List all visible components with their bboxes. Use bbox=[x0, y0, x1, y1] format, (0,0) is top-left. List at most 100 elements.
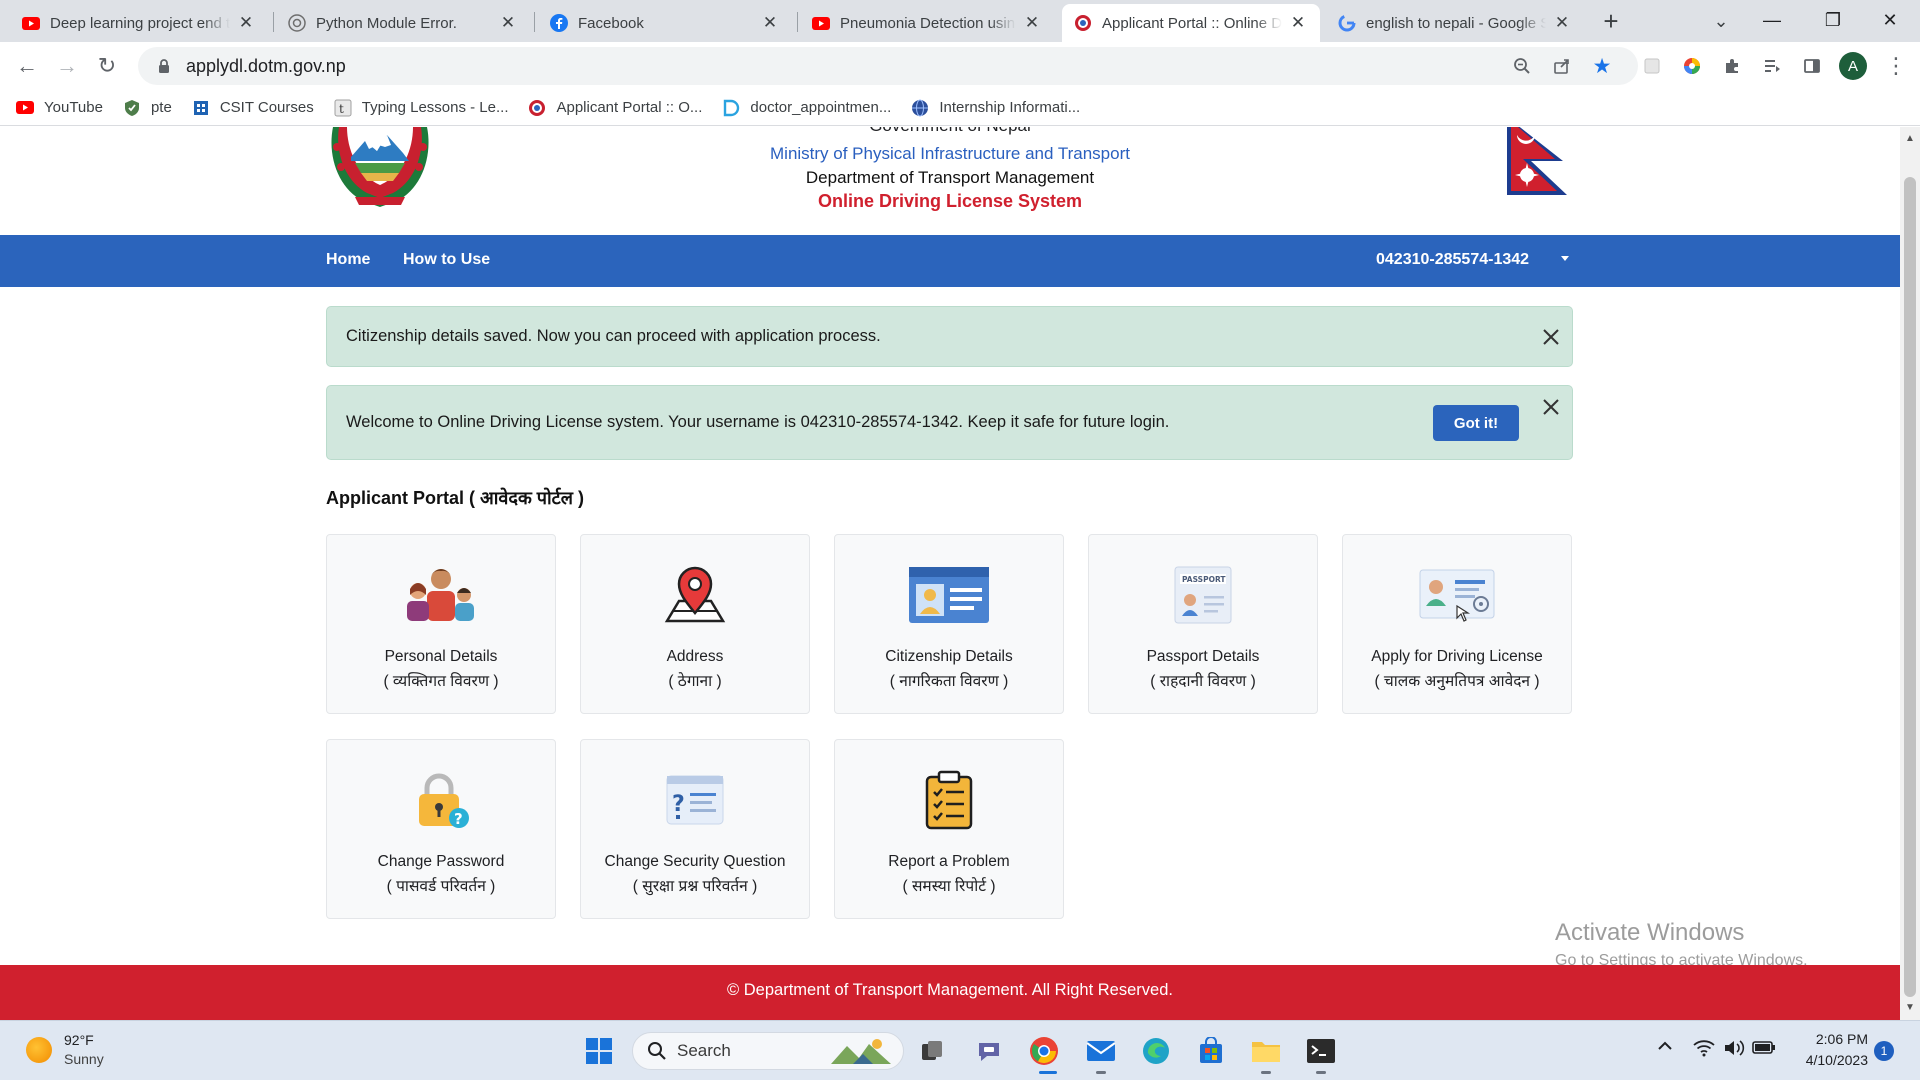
scroll-down-arrow-icon[interactable]: ▼ bbox=[1900, 1002, 1920, 1016]
chrome-taskbar-icon[interactable] bbox=[1026, 1033, 1062, 1069]
volume-icon[interactable] bbox=[1723, 1039, 1745, 1062]
close-icon[interactable] bbox=[1540, 326, 1562, 348]
card-change-security-question[interactable]: ? Change Security Question ( सुरक्षा प्र… bbox=[580, 739, 810, 919]
profile-avatar[interactable]: A bbox=[1839, 52, 1867, 80]
card-label: Report a Problem bbox=[888, 853, 1010, 870]
media-queue-icon[interactable] bbox=[1757, 51, 1787, 81]
close-tab-icon[interactable]: ✕ bbox=[1288, 13, 1308, 33]
tab-title: Python Module Error. bbox=[316, 14, 457, 32]
mail-icon[interactable] bbox=[1083, 1033, 1119, 1069]
card-personal-details[interactable]: Personal Details ( व्यक्तिगत विवरण ) bbox=[326, 534, 556, 714]
card-passport-details[interactable]: PASSPORT Passport Details ( राहदानी विवर… bbox=[1088, 534, 1318, 714]
clock-time[interactable]: 2:06 PM bbox=[1790, 1031, 1868, 1047]
lock-icon[interactable] bbox=[154, 56, 174, 76]
bookmark-typing-lessons[interactable]: t Typing Lessons - Le... bbox=[334, 99, 509, 117]
close-tab-icon[interactable]: ✕ bbox=[498, 13, 518, 33]
card-label: Address bbox=[666, 648, 724, 665]
globe-icon bbox=[911, 99, 929, 117]
task-view-icon[interactable] bbox=[914, 1033, 950, 1069]
browser-tab[interactable]: Facebook ✕ bbox=[538, 4, 792, 42]
browser-tab[interactable]: english to nepali - Google Search ✕ bbox=[1326, 4, 1584, 42]
windows-start-icon[interactable] bbox=[581, 1033, 617, 1069]
bookmark-doctor-appointment[interactable]: doctor_appointmen... bbox=[722, 99, 891, 117]
card-change-password[interactable]: ? Change Password ( पासवर्ड परिवर्तन ) bbox=[326, 739, 556, 919]
taskbar-search-box[interactable]: Search bbox=[632, 1032, 904, 1070]
browser-tab-active[interactable]: Applicant Portal :: Online Driving ✕ bbox=[1062, 4, 1320, 42]
nav-home[interactable]: Home bbox=[326, 251, 370, 269]
extension-placeholder-icon[interactable] bbox=[1637, 51, 1667, 81]
browser-tab[interactable]: Pneumonia Detection using ✕ bbox=[800, 4, 1054, 42]
card-label: Change Password bbox=[377, 853, 505, 870]
tab-search-icon[interactable]: ⌄ bbox=[1708, 8, 1734, 34]
bookmark-applicant-portal[interactable]: Applicant Portal :: O... bbox=[528, 99, 702, 117]
close-tab-icon[interactable]: ✕ bbox=[236, 13, 256, 33]
success-alert: Citizenship details saved. Now you can p… bbox=[326, 306, 1573, 367]
browser-tab[interactable]: Python Module Error. ✕ bbox=[276, 4, 530, 42]
clock-date[interactable]: 4/10/2023 bbox=[1790, 1052, 1868, 1068]
new-tab-button[interactable]: + bbox=[1597, 6, 1625, 36]
weather-description[interactable]: Sunny bbox=[64, 1051, 104, 1067]
minimize-icon[interactable]: — bbox=[1752, 4, 1792, 36]
notification-badge[interactable]: 1 bbox=[1874, 1041, 1894, 1061]
main-navbar: Home How to Use 042310-285574-1342 bbox=[0, 235, 1900, 287]
chrome-menu-icon[interactable]: ⋮ bbox=[1881, 51, 1911, 81]
bookmark-youtube[interactable]: YouTube bbox=[16, 99, 103, 117]
share-icon[interactable] bbox=[1547, 51, 1577, 81]
tab-title: Facebook bbox=[578, 14, 644, 32]
close-tab-icon[interactable]: ✕ bbox=[1552, 13, 1572, 33]
bookmarks-bar: YouTube pte CSIT Courses t Typing Lesson… bbox=[0, 90, 1920, 126]
extensions-puzzle-icon[interactable] bbox=[1717, 51, 1747, 81]
close-tab-icon[interactable]: ✕ bbox=[1022, 13, 1042, 33]
youtube-icon bbox=[22, 14, 40, 32]
card-label-nepali: ( पासवर्ड परिवर्तन ) bbox=[386, 878, 496, 895]
reload-icon[interactable]: ↻ bbox=[91, 50, 123, 82]
teams-chat-icon[interactable] bbox=[971, 1033, 1007, 1069]
bookmark-pte[interactable]: pte bbox=[123, 99, 172, 117]
close-icon[interactable] bbox=[1540, 396, 1562, 418]
bookmark-csit-courses[interactable]: CSIT Courses bbox=[192, 99, 314, 117]
card-label-nepali: ( चालक अनुमतिपत्र आवेदन ) bbox=[1374, 673, 1540, 690]
caret-down-icon[interactable] bbox=[1561, 256, 1569, 261]
restore-icon[interactable]: ❐ bbox=[1813, 4, 1853, 36]
card-label: Change Security Question bbox=[604, 853, 786, 870]
google-icon bbox=[1338, 14, 1356, 32]
card-apply-driving-license[interactable]: Apply for Driving License ( चालक अनुमतिप… bbox=[1342, 534, 1572, 714]
forward-icon[interactable]: → bbox=[51, 50, 83, 82]
zoom-icon[interactable] bbox=[1507, 51, 1537, 81]
file-explorer-icon[interactable] bbox=[1248, 1033, 1284, 1069]
bookmark-internship-information[interactable]: Internship Informati... bbox=[911, 99, 1080, 117]
sun-icon[interactable] bbox=[26, 1037, 52, 1063]
show-hidden-icons-chevron-icon[interactable] bbox=[1657, 1039, 1673, 1058]
browser-tab[interactable]: Deep learning project end to end ✕ bbox=[10, 4, 268, 42]
nav-how-to-use[interactable]: How to Use bbox=[403, 251, 490, 269]
edge-icon[interactable] bbox=[1138, 1033, 1174, 1069]
terminal-icon[interactable] bbox=[1303, 1033, 1339, 1069]
scroll-thumb[interactable] bbox=[1904, 177, 1916, 997]
weather-temperature[interactable]: 92°F bbox=[64, 1032, 94, 1048]
wifi-icon[interactable] bbox=[1693, 1039, 1715, 1062]
card-citizenship-details[interactable]: Citizenship Details ( नागरिकता विवरण ) bbox=[834, 534, 1064, 714]
user-menu[interactable]: 042310-285574-1342 bbox=[1376, 251, 1529, 269]
activate-windows-watermark: Activate Windows bbox=[1555, 919, 1745, 946]
back-icon[interactable]: ← bbox=[11, 50, 43, 82]
side-panel-icon[interactable] bbox=[1797, 51, 1827, 81]
page-scrollbar[interactable]: ▲ ▼ bbox=[1900, 127, 1920, 1020]
got-it-button[interactable]: Got it! bbox=[1433, 405, 1519, 441]
card-label-nepali: ( सुरक्षा प्रश्न परिवर्तन ) bbox=[632, 878, 758, 895]
card-label: Citizenship Details bbox=[885, 648, 1013, 665]
welcome-alert: Welcome to Online Driving License system… bbox=[326, 385, 1573, 460]
battery-icon[interactable] bbox=[1752, 1039, 1776, 1060]
close-tab-icon[interactable]: ✕ bbox=[760, 13, 780, 33]
svg-text:?: ? bbox=[672, 792, 685, 817]
address-bar[interactable]: applydl.dotm.gov.np bbox=[138, 47, 1638, 85]
location-pin-icon bbox=[581, 563, 809, 627]
color-picker-extension-icon[interactable] bbox=[1677, 51, 1707, 81]
window-close-icon[interactable]: ✕ bbox=[1870, 4, 1910, 36]
bookmark-label: Typing Lessons - Le... bbox=[361, 99, 509, 116]
bookmark-star-icon[interactable]: ★ bbox=[1587, 51, 1617, 81]
scroll-up-arrow-icon[interactable]: ▲ bbox=[1900, 133, 1920, 147]
card-address[interactable]: Address ( ठेगाना ) bbox=[580, 534, 810, 714]
header-department: Department of Transport Management bbox=[805, 168, 1095, 187]
microsoft-store-icon[interactable] bbox=[1193, 1033, 1229, 1069]
card-report-problem[interactable]: Report a Problem ( समस्या रिपोर्ट ) bbox=[834, 739, 1064, 919]
